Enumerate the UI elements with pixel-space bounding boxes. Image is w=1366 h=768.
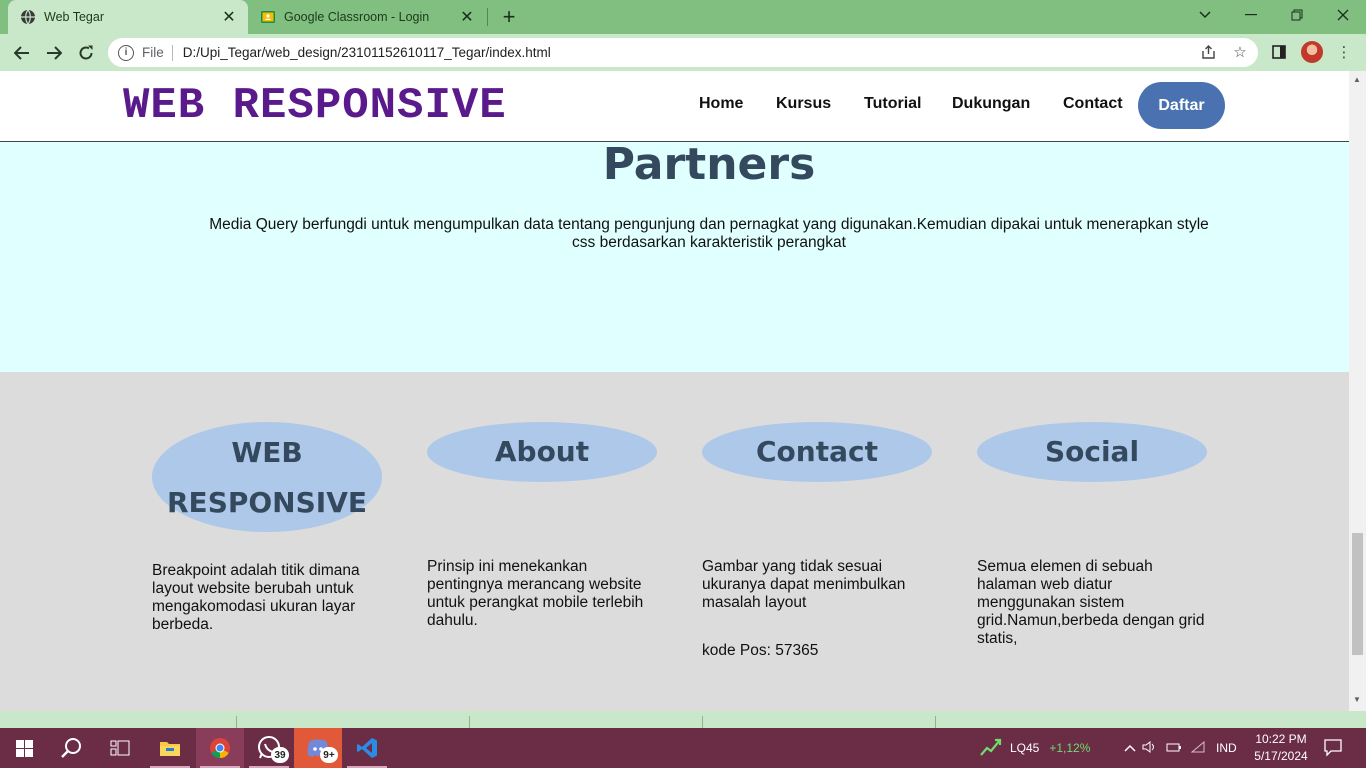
footer-column-web-responsive: WEB RESPONSIVE Breakpoint adalah titik d… bbox=[152, 422, 382, 633]
footer-text: Prinsip ini menekankan pentingnya meranc… bbox=[427, 558, 644, 629]
page-scrollbar[interactable]: ▲ ▼ bbox=[1349, 71, 1366, 711]
stock-name: LQ45 bbox=[1010, 741, 1040, 755]
nav-home[interactable]: Home bbox=[699, 95, 743, 113]
tab-search-chevron-icon[interactable] bbox=[1182, 0, 1228, 30]
footer-heading: Social bbox=[977, 422, 1207, 482]
close-tab-icon[interactable]: ✕ bbox=[458, 8, 476, 26]
new-tab-icon[interactable]: + bbox=[496, 4, 522, 30]
reload-icon[interactable] bbox=[71, 38, 101, 68]
page-viewport: WEB RESPONSIVE Home Kursus Tutorial Duku… bbox=[0, 71, 1349, 711]
stock-chart-icon bbox=[980, 737, 1002, 760]
scheme-label: File bbox=[142, 45, 164, 60]
whatsapp-icon[interactable]: 39 bbox=[245, 728, 293, 768]
divider bbox=[469, 716, 470, 728]
vscode-icon[interactable] bbox=[343, 728, 391, 768]
tab-title: Google Classroom - Login bbox=[284, 10, 430, 24]
side-panel-icon[interactable] bbox=[1268, 41, 1290, 63]
close-tab-icon[interactable]: ✕ bbox=[220, 8, 238, 26]
kebab-menu-icon[interactable]: ⋮ bbox=[1333, 41, 1355, 63]
notification-badge: 9+ bbox=[320, 747, 338, 763]
nav-tutorial[interactable]: Tutorial bbox=[864, 95, 921, 113]
chrome-icon[interactable] bbox=[196, 728, 244, 768]
clock-date: 5/17/2024 bbox=[1254, 749, 1308, 763]
site-info-icon[interactable]: i bbox=[118, 44, 134, 61]
clock[interactable]: 10:22 PM 5/17/2024 bbox=[1250, 731, 1312, 765]
footer-heading: WEB RESPONSIVE bbox=[152, 422, 382, 532]
footer-heading: About bbox=[427, 422, 657, 482]
footer-column-about: About Prinsip ini menekankan pentingnya … bbox=[427, 422, 657, 629]
daftar-button[interactable]: Daftar bbox=[1138, 82, 1225, 129]
task-view-icon[interactable] bbox=[96, 728, 144, 768]
share-icon[interactable] bbox=[1197, 41, 1219, 63]
forward-icon[interactable] bbox=[39, 38, 69, 68]
scrollbar-thumb[interactable] bbox=[1352, 533, 1363, 655]
globe-icon bbox=[20, 9, 36, 25]
download-bar bbox=[0, 711, 1366, 728]
chevron-up-icon[interactable] bbox=[1122, 741, 1138, 755]
minimize-icon[interactable] bbox=[1228, 0, 1274, 30]
tab-web-tegar[interactable]: Web Tegar ✕ bbox=[8, 0, 248, 34]
notification-badge: 39 bbox=[271, 747, 289, 763]
wifi-icon[interactable] bbox=[1186, 740, 1210, 756]
volume-icon[interactable] bbox=[1138, 740, 1162, 757]
nav-kursus[interactable]: Kursus bbox=[776, 95, 831, 113]
google-classroom-icon bbox=[260, 9, 276, 25]
notification-center-icon[interactable] bbox=[1310, 728, 1356, 768]
footer-text: Semua elemen di sebuah halaman web diatu… bbox=[977, 558, 1205, 647]
address-bar[interactable]: i File D:/Upi_Tegar/web_design/231011526… bbox=[108, 38, 1258, 67]
discord-icon[interactable]: 9+ bbox=[294, 728, 342, 768]
url-text[interactable]: D:/Upi_Tegar/web_design/23101152610117_T… bbox=[183, 45, 551, 60]
partners-title: Partners bbox=[602, 139, 816, 190]
divider bbox=[935, 716, 936, 728]
partners-description: Media Query berfungdi untuk mengumpulkan… bbox=[209, 216, 1209, 251]
windows-start-icon[interactable] bbox=[0, 728, 48, 768]
scroll-down-icon[interactable]: ▼ bbox=[1353, 695, 1361, 704]
tab-title: Web Tegar bbox=[44, 10, 104, 24]
divider bbox=[702, 716, 703, 728]
windows-taskbar: 39 9+ LQ45 +1,12% IND 10:22 PM 5/17/2024 bbox=[0, 728, 1366, 768]
footer-column-contact: Contact Gambar yang tidak sesuai ukurany… bbox=[702, 422, 932, 659]
postal-code-text: kode Pos: 57365 bbox=[702, 642, 819, 659]
browser-toolbar: i File D:/Upi_Tegar/web_design/231011526… bbox=[0, 34, 1366, 71]
site-logo[interactable]: WEB RESPONSIVE bbox=[123, 81, 507, 131]
site-footer: WEB RESPONSIVE Breakpoint adalah titik d… bbox=[0, 372, 1349, 711]
omnibox-divider bbox=[171, 44, 173, 61]
scroll-up-icon[interactable]: ▲ bbox=[1353, 75, 1361, 84]
bookmark-star-icon[interactable]: ☆ bbox=[1229, 41, 1251, 63]
stock-widget[interactable]: LQ45 +1,12% bbox=[980, 728, 1090, 768]
tab-divider bbox=[487, 8, 488, 26]
profile-avatar[interactable] bbox=[1301, 41, 1323, 63]
system-tray: IND bbox=[1122, 728, 1242, 768]
clock-time: 10:22 PM bbox=[1255, 732, 1307, 746]
tab-google-classroom[interactable]: Google Classroom - Login ✕ bbox=[250, 0, 486, 34]
nav-contact[interactable]: Contact bbox=[1063, 95, 1123, 113]
divider bbox=[236, 716, 237, 728]
back-icon[interactable] bbox=[7, 38, 37, 68]
footer-text: Gambar yang tidak sesuai ukuranya dapat … bbox=[702, 558, 906, 611]
search-icon[interactable] bbox=[48, 728, 96, 768]
battery-icon[interactable] bbox=[1162, 741, 1186, 756]
browser-tab-strip: Web Tegar ✕ Google Classroom - Login ✕ + bbox=[0, 0, 1366, 34]
site-header: WEB RESPONSIVE Home Kursus Tutorial Duku… bbox=[0, 71, 1349, 142]
footer-column-social: Social Semua elemen di sebuah halaman we… bbox=[977, 422, 1207, 647]
close-window-icon[interactable] bbox=[1320, 0, 1366, 30]
footer-text: Breakpoint adalah titik dimana layout we… bbox=[152, 562, 360, 633]
file-explorer-icon[interactable] bbox=[146, 728, 194, 768]
nav-dukungan[interactable]: Dukungan bbox=[952, 95, 1030, 113]
footer-heading: Contact bbox=[702, 422, 932, 482]
stock-change: +1,12% bbox=[1049, 741, 1091, 755]
restore-icon[interactable] bbox=[1274, 0, 1320, 30]
language-indicator[interactable]: IND bbox=[1216, 741, 1237, 755]
